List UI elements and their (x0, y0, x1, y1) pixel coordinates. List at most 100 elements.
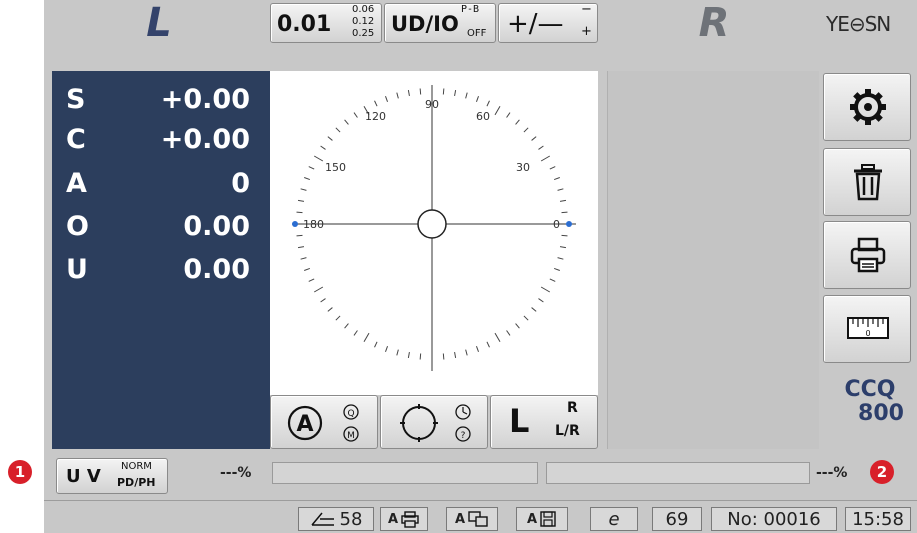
right-eye-panel (607, 71, 819, 449)
udio-pb-label: P-B (461, 4, 480, 15)
protractor-tick (494, 105, 501, 116)
protractor-tick (506, 330, 511, 336)
protractor-dial: 90 120 60 150 30 180 0 (292, 85, 576, 371)
eye-select-r: R (567, 400, 578, 416)
protractor-tick (523, 127, 529, 133)
uv-button[interactable]: U V NORM PD/PH (56, 458, 168, 494)
protractor-tick (313, 286, 324, 293)
e-status-box: e (590, 507, 638, 531)
svg-text:M: M (347, 431, 355, 441)
precision-option-3: 0.25 (352, 28, 375, 39)
ccq-text: CCQ (844, 377, 896, 402)
udio-button[interactable]: UD/IO P-B OFF (384, 3, 496, 43)
printer-status-icon (401, 511, 419, 528)
protractor-tick (320, 298, 326, 303)
mode-auto-button[interactable]: A Q M (270, 395, 378, 449)
cylinder-label: C (66, 124, 86, 155)
uv-right-percent: ---% (816, 465, 848, 481)
e-status-label: e (608, 508, 620, 530)
protractor-tick (506, 112, 511, 118)
print-button[interactable] (823, 221, 911, 289)
protractor-tick (353, 330, 358, 336)
protractor-tick (419, 88, 422, 95)
status-bar: 58 A A A e 69 No: 00016 15:58 (44, 500, 917, 533)
angle-label-90: 90 (425, 98, 439, 111)
angle-label-120: 120 (365, 110, 386, 123)
protractor-tick (300, 188, 307, 191)
auto-send-status: A (446, 507, 498, 531)
angle-label-30: 30 (516, 161, 530, 174)
protractor-tick (300, 257, 307, 260)
protractor-tick (344, 323, 349, 329)
protractor-tick (515, 119, 520, 125)
protractor-tick (549, 278, 556, 282)
target-mode-button[interactable]: ? (380, 395, 488, 449)
protractor-tick (442, 353, 445, 360)
auto-print-status: A (380, 507, 428, 531)
auto-save-status: A (516, 507, 568, 531)
delete-button[interactable] (823, 148, 911, 216)
ruler-button[interactable]: 0 (823, 295, 911, 363)
lensmeter-screen: L 0.01 0.06 0.12 0.25 UD/IO P-B OFF +/— … (44, 0, 917, 533)
udio-label: UD/IO (391, 12, 459, 36)
count-box: 69 (652, 507, 702, 531)
protractor-tick (304, 177, 311, 181)
protractor-tick (374, 341, 378, 348)
protractor-tick (363, 332, 370, 343)
callout-marker-1: 1 (8, 460, 32, 484)
protractor-tick (515, 323, 520, 329)
svg-text:0: 0 (865, 329, 870, 338)
protractor-tick (335, 315, 341, 321)
protractor-tick (523, 315, 529, 321)
protractor-tick (296, 234, 303, 237)
u-label: U (66, 254, 88, 285)
angle-label-180: 180 (303, 218, 324, 231)
protractor-tick (308, 166, 315, 170)
protractor-tick (559, 199, 567, 202)
protractor-tick (327, 136, 333, 141)
eye-select-lr: L/R (555, 423, 580, 439)
protractor-tick (296, 211, 303, 214)
eye-select-button[interactable]: L R L/R (490, 395, 598, 449)
lens-count-value: 58 (339, 508, 363, 530)
protractor-tick (407, 351, 410, 359)
sign-plus-label: + (581, 24, 592, 39)
settings-button[interactable] (823, 73, 911, 141)
axis-label: A (66, 168, 87, 199)
monitor-status-icon (468, 511, 488, 527)
save-disk-icon (540, 511, 556, 527)
measurement-row-cylinder: C +0.00 (52, 124, 270, 158)
angle-label-150: 150 (325, 161, 346, 174)
uv-right-bar (546, 462, 810, 484)
udio-off-label: OFF (467, 28, 487, 39)
o-label: O (66, 211, 89, 242)
protractor-tick (465, 92, 468, 99)
brand-logo: YE⊖SN (826, 12, 891, 36)
right-eye-label: R (698, 0, 730, 46)
protractor-tick (486, 341, 490, 348)
protractor-tick (442, 88, 445, 95)
protractor-tick (553, 177, 560, 181)
angle-label-60: 60 (476, 110, 490, 123)
protractor-tick (353, 112, 358, 118)
protractor-tick (327, 307, 333, 312)
protractor-tick (385, 345, 389, 352)
protractor-tick (561, 211, 568, 214)
printer-icon (850, 237, 886, 273)
clock-time: 15:58 (852, 508, 904, 530)
protractor-tick (557, 257, 564, 260)
measurement-row-o: O 0.00 (52, 211, 270, 245)
protractor-tick (538, 298, 544, 303)
sign-button[interactable]: +/— − + (498, 2, 598, 43)
protractor-tick (304, 267, 311, 271)
uv-left-percent: ---% (220, 465, 252, 481)
protractor-tick (540, 155, 551, 162)
protractor-tick (297, 246, 305, 249)
eye-select-main: L (509, 402, 530, 440)
precision-option-1: 0.06 (352, 4, 375, 15)
protractor-tick (454, 89, 457, 97)
record-number: No: 00016 (727, 508, 821, 530)
measurement-row-axis: A 0 (52, 168, 270, 202)
precision-button[interactable]: 0.01 0.06 0.12 0.25 (270, 3, 382, 43)
protractor-tick (396, 349, 399, 356)
